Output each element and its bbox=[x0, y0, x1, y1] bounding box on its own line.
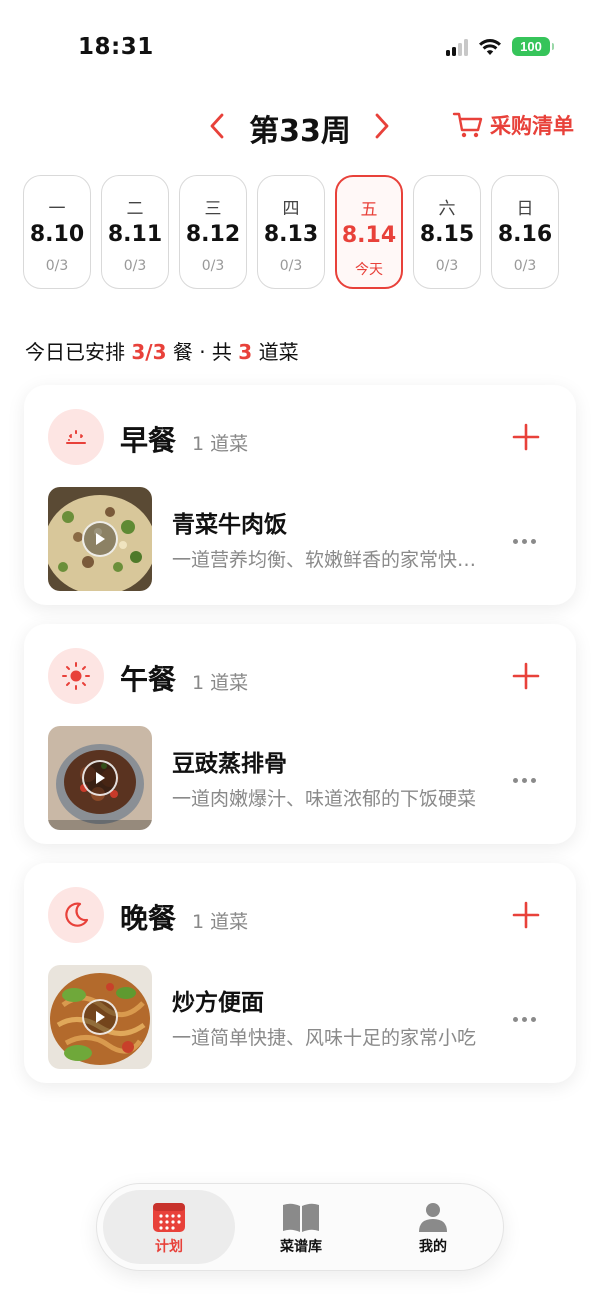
day-card-thu[interactable]: 四 8.13 0/3 bbox=[257, 175, 325, 289]
day-meal-count: 0/3 bbox=[45, 258, 69, 274]
day-of-week: 一 bbox=[48, 199, 66, 219]
day-of-week: 三 bbox=[204, 199, 222, 219]
chevron-right-icon bbox=[375, 113, 389, 139]
next-week-button[interactable] bbox=[367, 108, 397, 144]
day-of-week: 日 bbox=[516, 199, 534, 219]
meal-dish-count: 1 道菜 bbox=[192, 433, 249, 455]
daily-summary: 今日已安排 3/3 餐 · 共 3 道菜 bbox=[25, 336, 299, 365]
day-meal-count: 0/3 bbox=[279, 258, 303, 274]
day-meal-count: 0/3 bbox=[123, 258, 147, 274]
day-card-sat[interactable]: 六 8.15 0/3 bbox=[413, 175, 481, 289]
calendar-icon bbox=[103, 1200, 235, 1234]
day-date: 8.16 bbox=[497, 222, 553, 247]
summary-meal-count: 3/3 bbox=[131, 340, 167, 364]
dish-name[interactable]: 炒方便面 bbox=[172, 983, 264, 1017]
dish-name[interactable]: 青菜牛肉饭 bbox=[172, 505, 287, 539]
day-date: 8.15 bbox=[419, 222, 475, 247]
day-of-week: 二 bbox=[126, 199, 144, 219]
status-time: 18:31 bbox=[78, 34, 154, 60]
summary-middle: 餐 · 共 bbox=[166, 340, 239, 364]
day-of-week: 四 bbox=[282, 199, 300, 219]
day-date: 8.10 bbox=[29, 222, 85, 247]
tab-profile[interactable]: 我的 bbox=[367, 1190, 499, 1264]
person-icon bbox=[367, 1200, 499, 1234]
play-icon[interactable] bbox=[82, 521, 118, 557]
battery-indicator: 100 bbox=[512, 37, 554, 56]
chevron-left-icon bbox=[210, 113, 224, 139]
shopping-list-label: 采购清单 bbox=[490, 114, 574, 138]
meal-dish-count: 1 道菜 bbox=[192, 911, 249, 933]
meal-dish-count: 1 道菜 bbox=[192, 672, 249, 694]
play-icon[interactable] bbox=[82, 999, 118, 1035]
today-label: 今天 bbox=[355, 262, 383, 278]
tab-label: 计划 bbox=[155, 1239, 183, 1255]
day-selector: 一 8.10 0/3 二 8.11 0/3 三 8.12 0/3 四 8.13 … bbox=[23, 175, 559, 289]
dish-video-thumbnail[interactable] bbox=[48, 965, 152, 1069]
sunrise-icon bbox=[48, 409, 104, 465]
meal-card-lunch: 午餐 1 道菜 豆豉蒸排骨 一道肉嫩爆汁、味道浓郁的下饭硬菜 bbox=[24, 624, 576, 844]
meal-card-breakfast: 早餐 1 道菜 青菜牛肉饭 一道营养均衡、软嫩鲜香的家常快手饭 bbox=[24, 385, 576, 605]
day-card-mon[interactable]: 一 8.10 0/3 bbox=[23, 175, 91, 289]
more-options-icon[interactable] bbox=[509, 774, 540, 787]
day-meal-count: 0/3 bbox=[435, 258, 459, 274]
day-date: 8.11 bbox=[107, 222, 163, 247]
meal-card-dinner: 晚餐 1 道菜 炒方便面 一道简单快捷、风味十足的家常小吃 bbox=[24, 863, 576, 1083]
summary-suffix: 道菜 bbox=[252, 340, 299, 364]
book-icon bbox=[235, 1200, 367, 1234]
day-date: 8.14 bbox=[341, 223, 397, 248]
day-of-week: 六 bbox=[438, 199, 456, 219]
summary-prefix: 今日已安排 bbox=[25, 340, 132, 364]
wifi-icon bbox=[479, 38, 501, 55]
day-date: 8.13 bbox=[263, 222, 319, 247]
add-dish-button[interactable] bbox=[512, 901, 540, 929]
moon-icon bbox=[48, 887, 104, 943]
dish-description: 一道简单快捷、风味十足的家常小吃 bbox=[172, 1027, 477, 1049]
sun-icon bbox=[48, 648, 104, 704]
tab-recipe-library[interactable]: 菜谱库 bbox=[235, 1190, 367, 1264]
summary-dish-count: 3 bbox=[238, 340, 253, 364]
shopping-list-button[interactable]: 采购清单 bbox=[452, 110, 574, 140]
cellular-signal-icon bbox=[446, 38, 468, 56]
dish-video-thumbnail[interactable] bbox=[48, 726, 152, 830]
dish-description: 一道营养均衡、软嫩鲜香的家常快手饭 bbox=[172, 549, 494, 571]
bottom-tab-bar: 计划 菜谱库 我的 bbox=[96, 1183, 504, 1271]
meal-title: 晚餐 bbox=[120, 902, 177, 935]
more-options-icon[interactable] bbox=[509, 535, 540, 548]
day-card-sun[interactable]: 日 8.16 0/3 bbox=[491, 175, 559, 289]
day-of-week: 五 bbox=[360, 200, 378, 220]
tab-label: 菜谱库 bbox=[280, 1239, 322, 1255]
week-title: 第33周 bbox=[249, 114, 351, 149]
status-icons: 100 bbox=[446, 37, 554, 56]
more-options-icon[interactable] bbox=[509, 1013, 540, 1026]
day-meal-count: 0/3 bbox=[201, 258, 225, 274]
tab-label: 我的 bbox=[419, 1239, 447, 1255]
meal-plan-screen: 18:31 100 第33周 采购清单 一 8.10 0/3 二 8.11 0/… bbox=[0, 0, 600, 1304]
day-card-tue[interactable]: 二 8.11 0/3 bbox=[101, 175, 169, 289]
day-card-fri-today[interactable]: 五 8.14 今天 bbox=[335, 175, 403, 289]
add-dish-button[interactable] bbox=[512, 662, 540, 690]
week-navigation: 第33周 采购清单 bbox=[0, 104, 600, 149]
tab-plan[interactable]: 计划 bbox=[103, 1190, 235, 1264]
status-bar: 18:31 100 bbox=[0, 26, 600, 70]
play-icon[interactable] bbox=[82, 760, 118, 796]
dish-description: 一道肉嫩爆汁、味道浓郁的下饭硬菜 bbox=[172, 788, 477, 810]
shopping-cart-icon bbox=[452, 112, 483, 138]
previous-week-button[interactable] bbox=[202, 108, 232, 144]
dish-name[interactable]: 豆豉蒸排骨 bbox=[172, 744, 287, 778]
meal-title: 早餐 bbox=[120, 424, 177, 457]
meal-title: 午餐 bbox=[120, 663, 177, 696]
day-card-wed[interactable]: 三 8.12 0/3 bbox=[179, 175, 247, 289]
add-dish-button[interactable] bbox=[512, 423, 540, 451]
day-date: 8.12 bbox=[185, 222, 241, 247]
dish-video-thumbnail[interactable] bbox=[48, 487, 152, 591]
day-meal-count: 0/3 bbox=[513, 258, 537, 274]
